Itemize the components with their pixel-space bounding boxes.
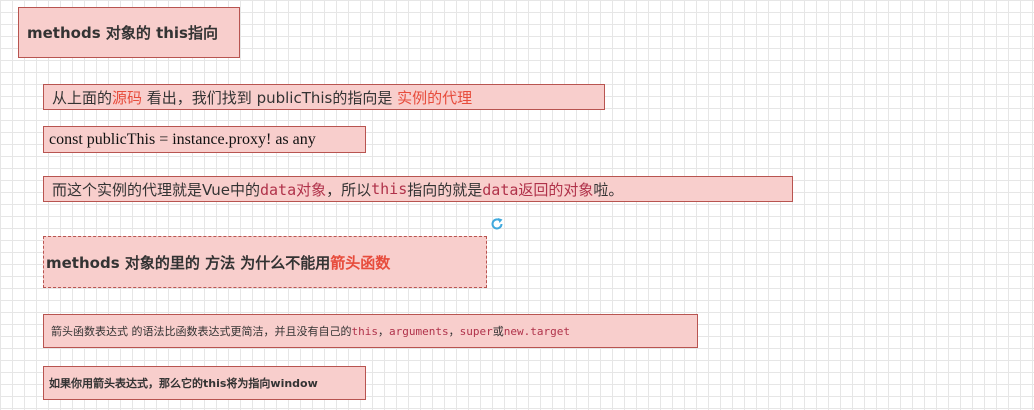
arrow-question-text: methods 对象的里的 方法 为什么不能用: [46, 253, 331, 272]
instance-proxy-highlight: 实例的代理: [397, 88, 473, 107]
arrow-desc-sep-1: ，: [378, 325, 389, 338]
code-box[interactable]: const publicThis = instance.proxy! as an…: [43, 126, 366, 153]
arrow-function-description-box[interactable]: 箭头函数表达式 的语法比函数表达式更简洁，并且没有自己的 this ， argu…: [43, 314, 698, 348]
data-return-highlight: data返回的对象: [482, 180, 594, 199]
arrow-desc-text-1: 箭头函数表达式 的语法比函数表达式更简洁，并且没有自己的: [51, 325, 352, 338]
super-keyword: super: [459, 324, 493, 338]
refresh-icon[interactable]: [490, 217, 504, 231]
arrow-function-highlight: 箭头函数: [330, 253, 391, 272]
data-object-highlight: data对象: [259, 180, 327, 199]
this-keyword: this: [371, 180, 408, 198]
proxy-text-1: 而这个实例的代理就是Vue中的: [52, 180, 260, 199]
new-target-keyword: new.target: [503, 324, 570, 338]
arrow-desc-or: 或: [492, 325, 504, 338]
arguments-keyword: arguments: [389, 324, 449, 338]
title-text: methods 对象的 this指向: [27, 24, 218, 42]
window-note-box[interactable]: 如果你用箭头表达式，那么它的this将为指向window: [43, 366, 366, 400]
source-note-text-2: 看出，我们找到 publicThis的指向是: [142, 88, 398, 107]
this-keyword: this: [351, 324, 379, 338]
proxy-text-4: 啦。: [593, 180, 624, 199]
source-note-text-1: 从上面的: [52, 88, 113, 107]
code-text: const publicThis = instance.proxy! as an…: [49, 130, 316, 148]
proxy-explanation-box[interactable]: 而这个实例的代理就是Vue中的 data对象 ，所以 this 指向的就是 da…: [43, 176, 793, 202]
source-code-link: 源码: [112, 88, 143, 107]
proxy-text-3: 指向的就是: [407, 180, 483, 199]
source-note-box[interactable]: 从上面的 源码 看出，我们找到 publicThis的指向是 实例的代理: [43, 84, 605, 110]
proxy-text-2: ，所以: [326, 180, 372, 199]
title-box[interactable]: methods 对象的 this指向: [18, 7, 240, 58]
arrow-function-question-box[interactable]: methods 对象的里的 方法 为什么不能用 箭头函数: [43, 236, 487, 288]
window-note-text: 如果你用箭头表达式，那么它的this将为指向window: [49, 377, 318, 390]
arrow-desc-sep-2: ，: [448, 325, 460, 338]
